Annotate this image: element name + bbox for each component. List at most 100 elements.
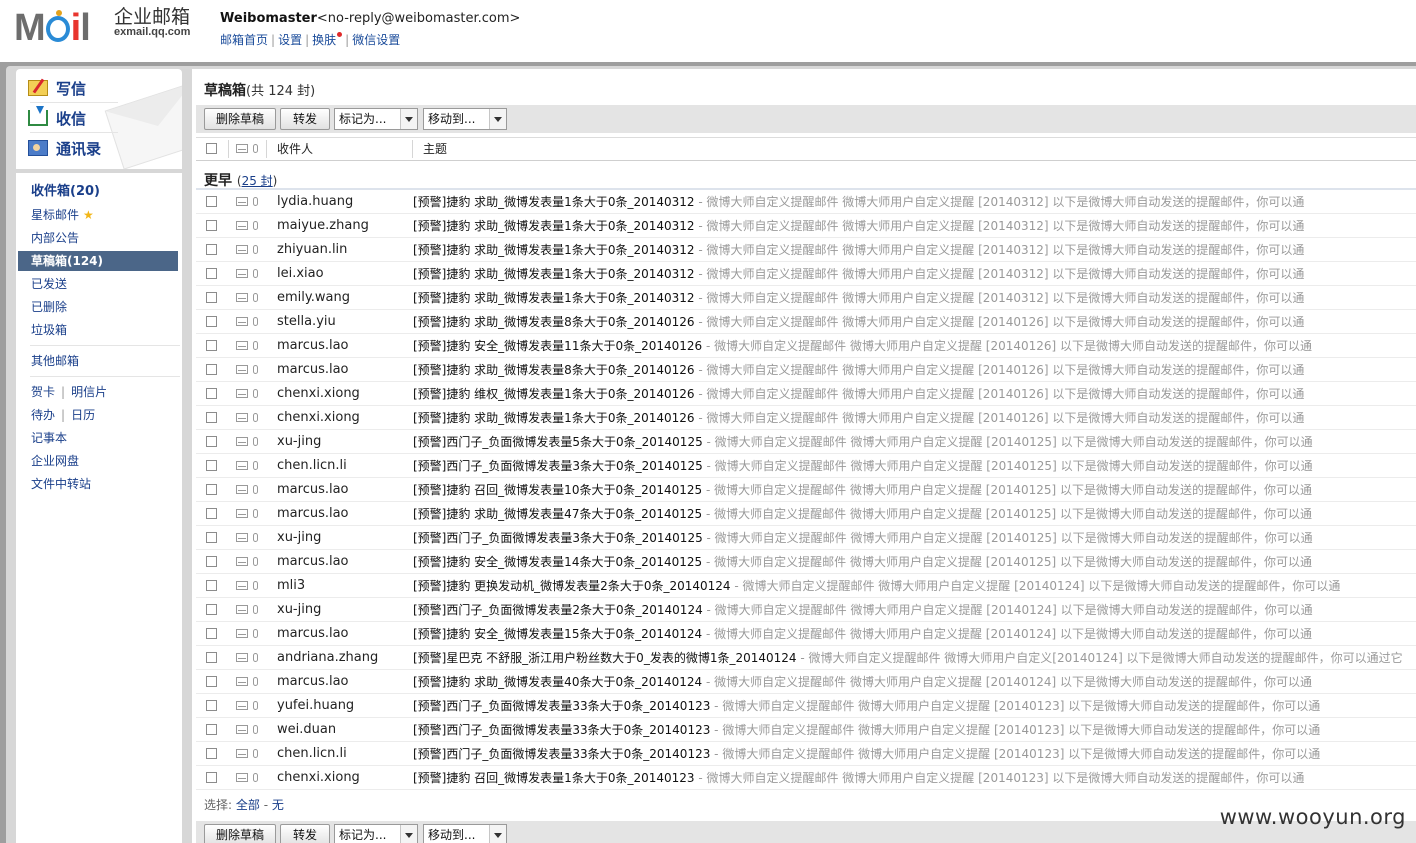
row-subject[interactable]: [预警]捷豹 求助_微博发表量8条大于0条_20140126 - 微博大师自定义… <box>413 358 1416 382</box>
row-checkbox[interactable] <box>206 676 217 687</box>
table-row[interactable]: xu-jing [预警]西门子_负面微博发表量3条大于0条_20140125 - … <box>196 526 1416 550</box>
delete-draft-button[interactable]: 删除草稿 <box>204 108 276 130</box>
sidebar-item-file-transfer[interactable]: 文件中转站 <box>18 474 178 494</box>
table-row[interactable]: maiyue.zhang [预警]捷豹 求助_微博发表量1条大于0条_201403… <box>196 214 1416 238</box>
row-recipient[interactable]: marcus.lao <box>277 358 349 382</box>
table-row[interactable]: marcus.lao [预警]捷豹 求助_微博发表量8条大于0条_20140126… <box>196 358 1416 382</box>
row-subject[interactable]: [预警]捷豹 求助_微博发表量1条大于0条_20140312 - 微博大师自定义… <box>413 238 1416 262</box>
row-checkbox[interactable] <box>206 724 217 735</box>
sidebar-item-postcard[interactable]: 明信片 <box>71 385 107 399</box>
row-subject[interactable]: [预警]捷豹 维权_微博发表量1条大于0条_20140126 - 微博大师自定义… <box>413 382 1416 406</box>
row-checkbox[interactable] <box>206 340 217 351</box>
row-recipient[interactable]: marcus.lao <box>277 502 349 526</box>
sidebar-item-trash[interactable]: 垃圾箱 <box>18 320 178 340</box>
table-row[interactable]: chen.licn.li [预警]西门子_负面微博发表量3条大于0条_201401… <box>196 454 1416 478</box>
row-recipient[interactable]: xu-jing <box>277 430 321 454</box>
row-recipient[interactable]: maiyue.zhang <box>277 214 369 238</box>
row-recipient[interactable]: mli3 <box>277 574 305 598</box>
row-subject[interactable]: [预警]西门子_负面微博发表量33条大于0条_20140123 - 微博大师自定… <box>413 742 1416 766</box>
row-recipient[interactable]: xu-jing <box>277 598 321 622</box>
select-all-link[interactable]: 全部 <box>236 798 260 812</box>
row-subject[interactable]: [预警]西门子_负面微博发表量3条大于0条_20140125 - 微博大师自定义… <box>413 526 1416 550</box>
write-button[interactable]: 写信 <box>28 74 168 102</box>
row-recipient[interactable]: chen.licn.li <box>277 742 347 766</box>
row-subject[interactable]: [预警]捷豹 召回_微博发表量1条大于0条_20140123 - 微博大师自定义… <box>413 766 1416 790</box>
row-checkbox[interactable] <box>206 316 217 327</box>
row-subject[interactable]: [预警]捷豹 更换发动机_微博发表量2条大于0条_20140124 - 微博大师… <box>413 574 1416 598</box>
row-recipient[interactable]: lei.xiao <box>277 262 324 286</box>
row-recipient[interactable]: stella.yiu <box>277 310 336 334</box>
settings-link[interactable]: 设置 <box>278 33 302 47</box>
row-recipient[interactable]: wei.duan <box>277 718 336 742</box>
sidebar-item-inbox[interactable]: 收件箱(20) <box>18 182 178 202</box>
row-checkbox[interactable] <box>206 244 217 255</box>
row-subject[interactable]: [预警]捷豹 求助_微博发表量1条大于0条_20140312 - 微博大师自定义… <box>413 286 1416 310</box>
row-recipient[interactable]: marcus.lao <box>277 622 349 646</box>
column-recipient[interactable]: 收件人 <box>277 138 313 160</box>
row-checkbox[interactable] <box>206 436 217 447</box>
table-row[interactable]: stella.yiu [预警]捷豹 求助_微博发表量8条大于0条_20140126… <box>196 310 1416 334</box>
table-row[interactable]: chenxi.xiong [预警]捷豹 求助_微博发表量1条大于0条_201401… <box>196 406 1416 430</box>
row-checkbox[interactable] <box>206 772 217 783</box>
row-recipient[interactable]: marcus.lao <box>277 334 349 358</box>
row-subject[interactable]: [预警]西门子_负面微博发表量33条大于0条_20140123 - 微博大师自定… <box>413 694 1416 718</box>
sidebar-item-deleted[interactable]: 已删除 <box>18 297 178 317</box>
table-row[interactable]: chenxi.xiong [预警]捷豹 召回_微博发表量1条大于0条_201401… <box>196 766 1416 790</box>
row-checkbox[interactable] <box>206 700 217 711</box>
row-checkbox[interactable] <box>206 652 217 663</box>
table-row[interactable]: marcus.lao [预警]捷豹 安全_微博发表量15条大于0条_2014012… <box>196 622 1416 646</box>
row-recipient[interactable]: lydia.huang <box>277 190 353 214</box>
sidebar-item-other-mailbox[interactable]: 其他邮箱 <box>18 351 178 371</box>
table-row[interactable]: xu-jing [预警]西门子_负面微博发表量2条大于0条_20140124 - … <box>196 598 1416 622</box>
group-count-link[interactable]: 25 封 <box>242 174 273 188</box>
mailbox-home-link[interactable]: 邮箱首页 <box>220 33 268 47</box>
row-recipient[interactable]: yufei.huang <box>277 694 354 718</box>
row-subject[interactable]: [预警]西门子_负面微博发表量3条大于0条_20140125 - 微博大师自定义… <box>413 454 1416 478</box>
table-row[interactable]: mli3 [预警]捷豹 更换发动机_微博发表量2条大于0条_20140124 - … <box>196 574 1416 598</box>
row-recipient[interactable]: chenxi.xiong <box>277 766 360 790</box>
row-subject[interactable]: [预警]捷豹 求助_微博发表量1条大于0条_20140312 - 微博大师自定义… <box>413 262 1416 286</box>
table-row[interactable]: marcus.lao [预警]捷豹 安全_微博发表量14条大于0条_2014012… <box>196 550 1416 574</box>
row-checkbox[interactable] <box>206 292 217 303</box>
row-checkbox[interactable] <box>206 412 217 423</box>
row-checkbox[interactable] <box>206 220 217 231</box>
row-recipient[interactable]: xu-jing <box>277 526 321 550</box>
sidebar-item-drafts[interactable]: 草稿箱(124) <box>18 251 178 271</box>
row-checkbox[interactable] <box>206 388 217 399</box>
row-checkbox[interactable] <box>206 580 217 591</box>
row-subject[interactable]: [预警]捷豹 求助_微博发表量40条大于0条_20140124 - 微博大师自定… <box>413 670 1416 694</box>
row-checkbox[interactable] <box>206 556 217 567</box>
row-subject[interactable]: [预警]星巴克 不舒服_浙江用户粉丝数大于0_发表的微博1条_20140124 … <box>413 646 1416 670</box>
row-subject[interactable]: [预警]捷豹 求助_微博发表量1条大于0条_20140312 - 微博大师自定义… <box>413 190 1416 214</box>
row-checkbox[interactable] <box>206 196 217 207</box>
table-row[interactable]: chen.licn.li [预警]西门子_负面微博发表量33条大于0条_20140… <box>196 742 1416 766</box>
table-row[interactable]: marcus.lao [预警]捷豹 安全_微博发表量11条大于0条_2014012… <box>196 334 1416 358</box>
row-recipient[interactable]: chenxi.xiong <box>277 382 360 406</box>
sidebar-item-starred[interactable]: 星标邮件 ★ <box>18 205 178 225</box>
logo[interactable]: Mil <box>14 8 91 48</box>
row-checkbox[interactable] <box>206 748 217 759</box>
row-checkbox[interactable] <box>206 628 217 639</box>
row-subject[interactable]: [预警]捷豹 安全_微博发表量14条大于0条_20140125 - 微博大师自定… <box>413 550 1416 574</box>
receive-button[interactable]: 收信 <box>28 104 168 132</box>
table-row[interactable]: yufei.huang [预警]西门子_负面微博发表量33条大于0条_201401… <box>196 694 1416 718</box>
table-row[interactable]: chenxi.xiong [预警]捷豹 维权_微博发表量1条大于0条_201401… <box>196 382 1416 406</box>
table-row[interactable]: lydia.huang [预警]捷豹 求助_微博发表量1条大于0条_2014031… <box>196 190 1416 214</box>
column-subject[interactable]: 主题 <box>423 138 447 160</box>
row-subject[interactable]: [预警]捷豹 召回_微博发表量10条大于0条_20140125 - 微博大师自定… <box>413 478 1416 502</box>
sidebar-item-announcements[interactable]: 内部公告 <box>18 228 178 248</box>
row-checkbox[interactable] <box>206 604 217 615</box>
row-subject[interactable]: [预警]捷豹 安全_微博发表量15条大于0条_20140124 - 微博大师自定… <box>413 622 1416 646</box>
row-subject[interactable]: [预警]捷豹 安全_微博发表量11条大于0条_20140126 - 微博大师自定… <box>413 334 1416 358</box>
move-to-select[interactable]: 移动到... <box>423 108 507 130</box>
table-row[interactable]: zhiyuan.lin [预警]捷豹 求助_微博发表量1条大于0条_2014031… <box>196 238 1416 262</box>
row-recipient[interactable]: chen.licn.li <box>277 454 347 478</box>
contacts-button[interactable]: 通讯录 <box>28 134 168 162</box>
row-subject[interactable]: [预警]西门子_负面微博发表量2条大于0条_20140124 - 微博大师自定义… <box>413 598 1416 622</box>
row-recipient[interactable]: marcus.lao <box>277 670 349 694</box>
row-checkbox[interactable] <box>206 532 217 543</box>
row-subject[interactable]: [预警]西门子_负面微博发表量33条大于0条_20140123 - 微博大师自定… <box>413 718 1416 742</box>
table-row[interactable]: marcus.lao [预警]捷豹 求助_微博发表量40条大于0条_2014012… <box>196 670 1416 694</box>
sidebar-item-greeting-card[interactable]: 贺卡 <box>31 385 55 399</box>
sidebar-item-calendar[interactable]: 日历 <box>71 408 95 422</box>
